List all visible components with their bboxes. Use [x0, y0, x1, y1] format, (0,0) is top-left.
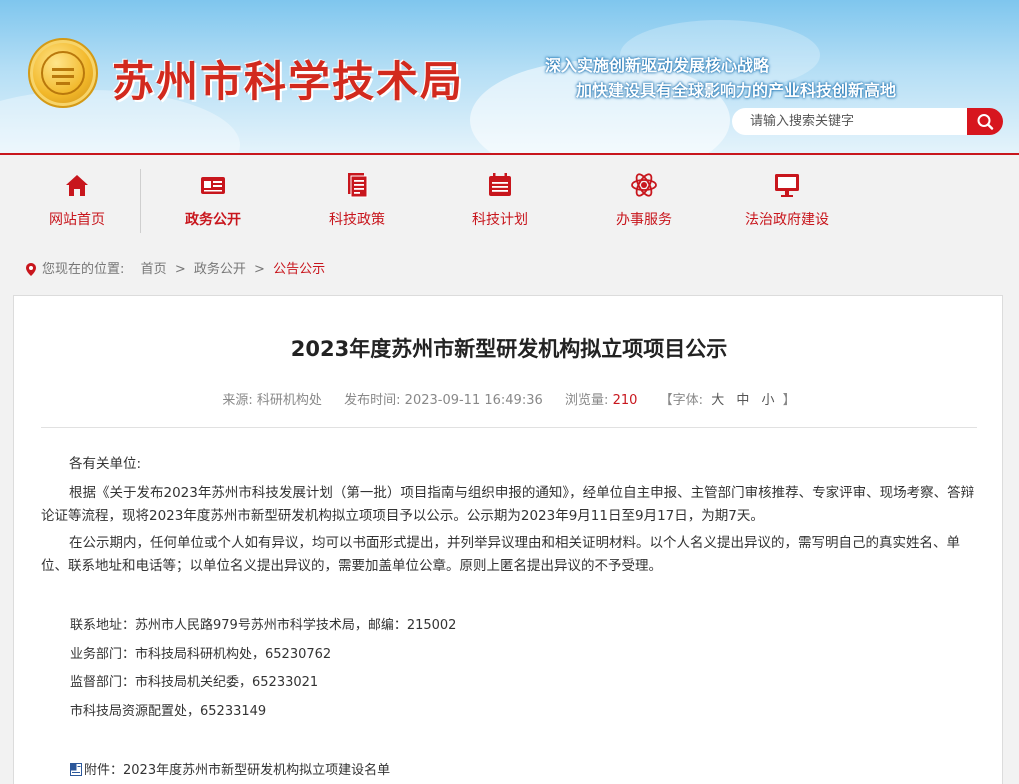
- site-header: 苏州市科学技术局 深入实施创新驱动发展核心战略 加快建设具有全球影响力的产业科技…: [0, 0, 1019, 153]
- nav-item-policy[interactable]: 科技政策: [292, 155, 422, 246]
- business-department: 业务部门：市科技局科研机构处，65230762: [70, 647, 332, 662]
- main-nav: 网站首页 政务公开 科技政策 科技计划 办事服务 法治政府建设: [0, 153, 1019, 246]
- atom-icon: [631, 173, 657, 197]
- breadcrumb-separator: >: [174, 262, 186, 277]
- contact-address: 联系地址：苏州市人民路979号苏州市科学技术局，邮编：215002: [70, 618, 457, 633]
- search-box: [732, 108, 1003, 135]
- slogan-line-2: 加快建设具有全球影响力的产业科技创新高地: [576, 81, 897, 100]
- publish-time-value: 2023-09-11 16:49:36: [404, 393, 543, 408]
- search-icon: [977, 114, 994, 130]
- location-pin-icon: [26, 263, 36, 276]
- nav-item-services[interactable]: 办事服务: [579, 155, 709, 246]
- word-document-icon: [70, 763, 82, 776]
- nav-label: 科技政策: [329, 212, 385, 228]
- attachment-link[interactable]: 附件：2023年度苏州市新型研发机构拟立项建设名单: [70, 759, 390, 778]
- paragraph-1: 根据《关于发布2023年苏州市科技发展计划（第一批）项目指南与组织申报的通知》，…: [41, 485, 975, 524]
- nav-item-government-affairs[interactable]: 政务公开: [148, 155, 278, 246]
- nav-item-rule-of-law[interactable]: 法治政府建设: [722, 155, 852, 246]
- emblem-mark: [56, 82, 70, 85]
- slogan-line-1: 深入实施创新驱动发展核心战略: [545, 56, 770, 75]
- article-panel: 2023年度苏州市新型研发机构拟立项项目公示 来源: 科研机构处 发布时间: 2…: [13, 295, 1003, 784]
- font-size-label: 【字体:: [659, 393, 704, 408]
- article-title: 2023年度苏州市新型研发机构拟立项项目公示: [290, 337, 728, 361]
- font-size-large-button[interactable]: 大: [711, 393, 724, 408]
- nav-divider: [140, 169, 141, 233]
- document-icon: [348, 173, 368, 198]
- resource-department: 市科技局资源配置处，65233149: [70, 704, 267, 719]
- search-button[interactable]: [967, 108, 1003, 135]
- breadcrumb-link-home[interactable]: 首页: [141, 262, 167, 277]
- nav-label: 政务公开: [185, 212, 241, 228]
- monitor-icon: [775, 174, 799, 197]
- views-count: 210: [612, 393, 638, 408]
- nav-label: 科技计划: [472, 212, 528, 228]
- emblem-mark: [52, 68, 74, 71]
- breadcrumb-link-announcements[interactable]: 公告公示: [273, 262, 325, 277]
- breadcrumb: 您现在的位置: 首页 > 政务公开 > 公告公示: [26, 260, 325, 280]
- attachment-label: 附件：2023年度苏州市新型研发机构拟立项建设名单: [84, 763, 391, 778]
- views-label: 浏览量:: [565, 393, 609, 408]
- search-input[interactable]: [732, 108, 967, 135]
- emblem-ring: [41, 51, 85, 95]
- font-size-medium-button[interactable]: 中: [736, 393, 749, 408]
- calendar-icon: [489, 173, 511, 196]
- publish-time-label: 发布时间:: [344, 393, 401, 408]
- greeting: 各有关单位:: [69, 456, 142, 472]
- title-divider: [41, 427, 977, 428]
- breadcrumb-prefix: 您现在的位置:: [42, 262, 125, 277]
- id-card-icon: [201, 177, 225, 194]
- site-title[interactable]: 苏州市科学技术局: [112, 48, 464, 109]
- emblem-mark: [52, 75, 74, 78]
- source-value: 科研机构处: [256, 393, 322, 408]
- supervision-department: 监督部门：市科技局机关纪委，65233021: [70, 675, 319, 690]
- breadcrumb-link-government-affairs[interactable]: 政务公开: [194, 262, 246, 277]
- nav-label: 法治政府建设: [745, 212, 829, 228]
- source-label: 来源:: [222, 393, 253, 408]
- bureau-emblem-logo[interactable]: [28, 38, 98, 108]
- paragraph-2: 在公示期内，任何单位或个人如有异议，均可以书面形式提出，并列举异议理由和相关证明…: [41, 535, 960, 574]
- nav-label: 网站首页: [49, 212, 105, 228]
- breadcrumb-separator: >: [254, 262, 265, 277]
- nav-label: 办事服务: [616, 212, 672, 228]
- nav-item-tech-plan[interactable]: 科技计划: [435, 155, 565, 246]
- home-icon: [66, 175, 88, 196]
- font-size-end: 】: [782, 393, 796, 408]
- nav-item-home[interactable]: 网站首页: [12, 155, 142, 246]
- font-size-small-button[interactable]: 小: [762, 393, 775, 408]
- article-meta: 来源: 科研机构处 发布时间: 2023-09-11 16:49:36 浏览量:…: [14, 389, 1004, 408]
